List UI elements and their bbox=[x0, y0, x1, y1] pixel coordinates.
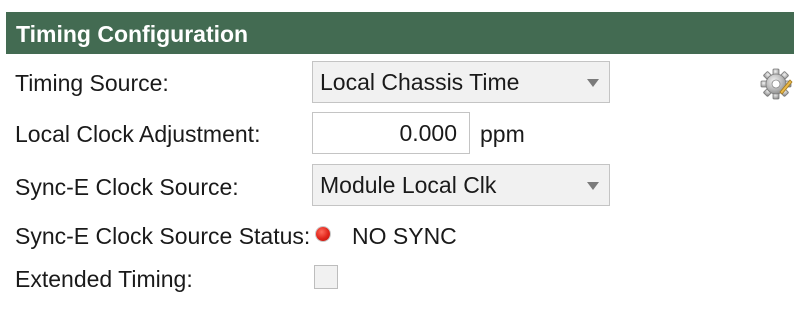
ppm-unit-label: ppm bbox=[480, 121, 525, 147]
timing-source-dropdown[interactable]: Local Chassis Time bbox=[312, 61, 610, 103]
extended-timing-label: Extended Timing: bbox=[15, 266, 193, 292]
timing-configuration-panel: Timing Configuration Timing Source: Loca… bbox=[0, 0, 808, 310]
sync-e-clock-source-label: Sync-E Clock Source: bbox=[15, 174, 239, 200]
local-clock-adjustment-input[interactable]: 0.000 bbox=[312, 112, 470, 154]
timing-source-value: Local Chassis Time bbox=[320, 69, 520, 95]
panel-title: Timing Configuration bbox=[16, 21, 249, 47]
sync-e-clock-source-dropdown[interactable]: Module Local Clk bbox=[312, 164, 610, 206]
chevron-down-icon bbox=[587, 182, 599, 190]
extended-timing-checkbox[interactable] bbox=[314, 265, 338, 289]
timing-source-label: Timing Source: bbox=[15, 70, 169, 96]
gear-icon[interactable] bbox=[760, 66, 794, 100]
status-indicator-icon bbox=[316, 227, 330, 241]
panel-header: Timing Configuration bbox=[6, 12, 794, 54]
sync-e-clock-source-status-label: Sync-E Clock Source Status: bbox=[15, 223, 311, 249]
sync-e-clock-source-value: Module Local Clk bbox=[320, 172, 497, 198]
chevron-down-icon bbox=[587, 79, 599, 87]
local-clock-adjustment-label: Local Clock Adjustment: bbox=[15, 121, 261, 147]
local-clock-adjustment-value: 0.000 bbox=[399, 120, 457, 146]
sync-status-text: NO SYNC bbox=[352, 223, 457, 249]
